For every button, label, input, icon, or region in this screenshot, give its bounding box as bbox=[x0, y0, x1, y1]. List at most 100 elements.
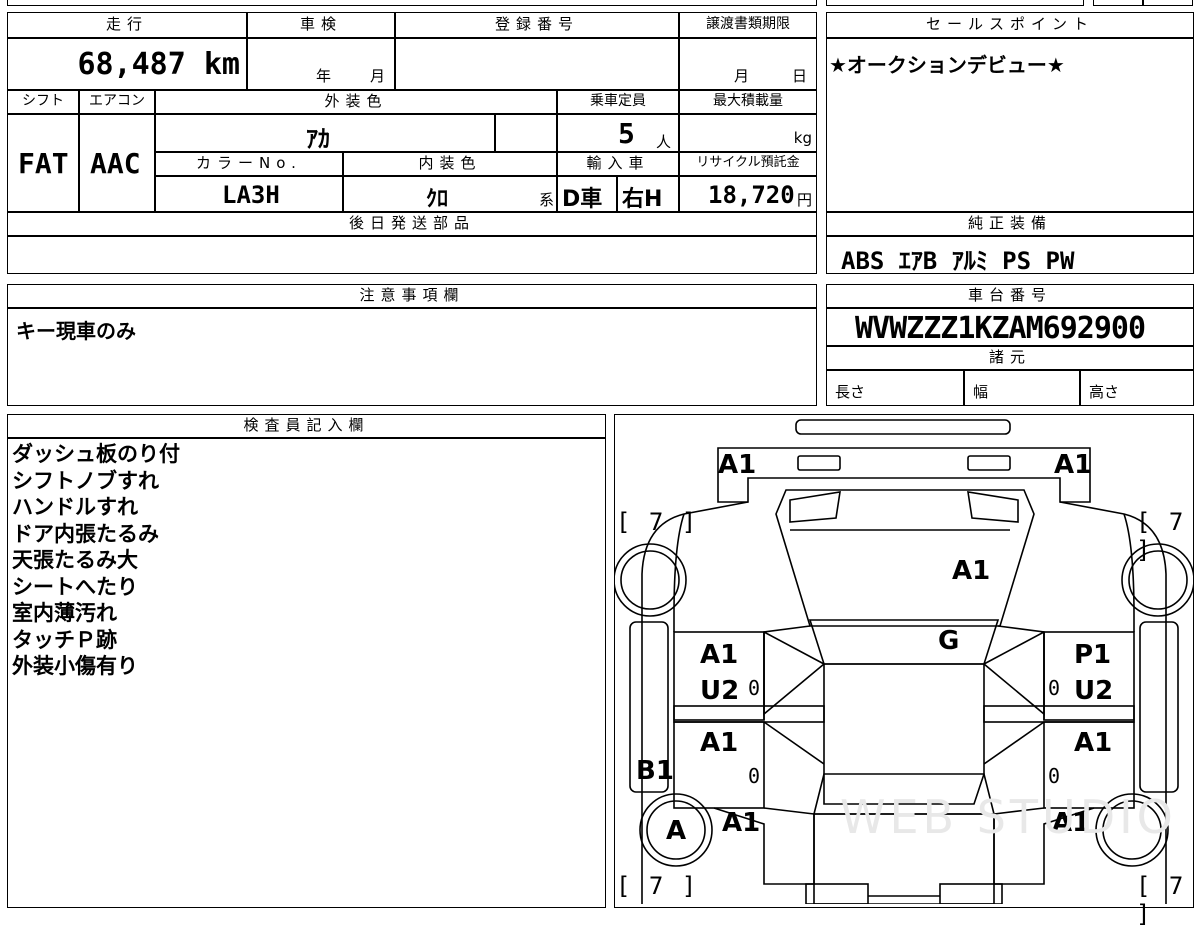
top-right-sliver-3 bbox=[1143, 0, 1193, 6]
transfer-header: 譲渡書類期限 bbox=[679, 12, 817, 38]
inspector-line: タッチＰ跡 bbox=[12, 627, 117, 652]
inspector-line: 外装小傷有り bbox=[12, 654, 138, 678]
top-table: 走行 車検 登録番号 譲渡書類期限 68,487 km 年 月 月 日 シフト … bbox=[7, 0, 817, 276]
inspector-lines: ダッシュ板のり付 シフトノブすれ ハンドルすれ ドア内張たるみ 天張たるみ大 シ… bbox=[12, 441, 180, 680]
label-rl-fender: A1 bbox=[722, 808, 761, 838]
inspector-line: ダッシュ板のり付 bbox=[12, 442, 180, 466]
later-parts-header: 後日発送部品 bbox=[7, 212, 817, 236]
registration-cell bbox=[395, 38, 679, 90]
import-cell-2: 右H bbox=[617, 176, 679, 212]
height-cell: 高さ bbox=[1080, 370, 1194, 406]
load-cell: kg bbox=[679, 114, 817, 152]
ac-value: AAC bbox=[90, 147, 141, 180]
shift-cell: FAT bbox=[7, 114, 79, 212]
label-fl-door: A1 bbox=[700, 640, 739, 670]
sales-point-text: ★オークションデビュー★ bbox=[829, 53, 1065, 77]
notes-header: 注意事項欄 bbox=[7, 284, 817, 308]
label-rl-door: A1 bbox=[700, 728, 739, 758]
transfer-day: 日 bbox=[792, 67, 808, 85]
capacity-header: 乗車定員 bbox=[557, 90, 679, 114]
recycle-value: 18,720 bbox=[708, 181, 795, 209]
tire-tread-br: [ 7 ] bbox=[1136, 872, 1186, 928]
equipment-header: 純正装備 bbox=[826, 212, 1194, 236]
exterior-cell: ｱｶ bbox=[155, 114, 495, 153]
shift-value: FAT bbox=[18, 147, 69, 180]
chassis-cell: WVWZZZ1KZAM692900 bbox=[826, 308, 1194, 346]
notes-text: キー現車のみ bbox=[16, 319, 136, 343]
label-front-right: A1 bbox=[1054, 450, 1093, 480]
registration-header: 登録番号 bbox=[395, 12, 679, 38]
capacity-cell: 5 人 bbox=[557, 114, 679, 152]
inspector-line: 天張たるみ大 bbox=[12, 548, 138, 572]
ac-cell: AAC bbox=[79, 114, 155, 212]
tire-tread-bl: [ 7 ] bbox=[616, 872, 699, 900]
label-fr-door-2: U2 bbox=[1074, 676, 1114, 706]
inspector-header: 検査員記入欄 bbox=[7, 414, 606, 438]
chassis-header: 車台番号 bbox=[826, 284, 1194, 308]
recycle-header: リサイクル預託金 bbox=[679, 152, 817, 176]
import-header: 輸入車 bbox=[557, 152, 679, 176]
exterior-value: ｱｶ bbox=[306, 125, 330, 153]
label-front-left: A1 bbox=[718, 450, 757, 480]
exterior-header: 外装色 bbox=[155, 90, 557, 114]
height-label: 高さ bbox=[1089, 383, 1120, 401]
length-label: 長さ bbox=[835, 383, 866, 401]
transfer-cell: 月 日 bbox=[679, 38, 817, 90]
color-no-header: カラーNo. bbox=[155, 152, 343, 176]
inspection-month: 月 bbox=[370, 67, 386, 85]
dims-header: 諸元 bbox=[826, 346, 1194, 370]
color-no-cell: LA3H bbox=[155, 176, 343, 212]
zero-marker-1: 0 bbox=[748, 676, 761, 700]
top-right-sliver-2 bbox=[1093, 0, 1143, 6]
inspector-line: シフトノブすれ bbox=[12, 468, 159, 493]
label-rr-door: A1 bbox=[1074, 728, 1113, 758]
width-cell: 幅 bbox=[964, 370, 1080, 406]
inspection-year: 年 bbox=[316, 67, 332, 85]
label-windshield: G bbox=[938, 626, 960, 656]
inspector-line: シートへたり bbox=[12, 574, 138, 599]
equipment-text: ABS ｴｱB ｱﾙﾐ PS PW bbox=[841, 247, 1075, 275]
label-bonnet: A1 bbox=[952, 556, 991, 586]
label-left-sill: B1 bbox=[636, 756, 674, 786]
import-value-1: D車 bbox=[562, 187, 603, 212]
inspector-line: 室内薄汚れ bbox=[12, 601, 117, 625]
import-value-2: 右H bbox=[622, 187, 663, 212]
zero-marker-3: 0 bbox=[748, 764, 761, 788]
sales-point-cell: ★オークションデビュー★ bbox=[826, 38, 1194, 212]
label-rl-wheel: A bbox=[666, 816, 687, 846]
width-label: 幅 bbox=[973, 383, 989, 401]
interior-header: 内装色 bbox=[343, 152, 557, 176]
equipment-cell: ABS ｴｱB ｱﾙﾐ PS PW bbox=[826, 236, 1194, 275]
top-sliver bbox=[7, 0, 817, 6]
load-header: 最大積載量 bbox=[679, 90, 817, 114]
chassis-value: WVWZZZ1KZAM692900 bbox=[855, 311, 1146, 346]
transfer-month: 月 bbox=[734, 67, 750, 85]
color-no-value: LA3H bbox=[222, 181, 280, 209]
load-unit: kg bbox=[793, 129, 812, 147]
recycle-cell: 18,720 円 bbox=[679, 176, 817, 212]
notes-cell: キー現車のみ bbox=[7, 308, 817, 406]
mileage-cell: 68,487 km bbox=[7, 38, 247, 90]
inspector-line: ハンドルすれ bbox=[12, 495, 138, 519]
tire-tread-tl: [ 7 ] bbox=[616, 508, 699, 536]
import-cell-1: D車 bbox=[557, 176, 617, 212]
inspector-cell: ダッシュ板のり付 シフトノブすれ ハンドルすれ ドア内張たるみ 天張たるみ大 シ… bbox=[7, 438, 606, 908]
label-fl-door-2: U2 bbox=[700, 676, 740, 706]
tire-tread-tr: [ 7 ] bbox=[1136, 508, 1186, 564]
capacity-value: 5 bbox=[618, 117, 635, 150]
ac-header: エアコン bbox=[79, 90, 155, 114]
interior-suffix: 系 bbox=[538, 191, 554, 209]
top-right-sliver bbox=[826, 0, 1084, 6]
shift-header: シフト bbox=[7, 90, 79, 114]
recycle-unit: 円 bbox=[796, 191, 812, 209]
inspection-header: 車検 bbox=[247, 12, 395, 38]
mileage-header: 走行 bbox=[7, 12, 247, 38]
interior-value: ｸﾛ bbox=[426, 187, 449, 212]
inspection-cell: 年 月 bbox=[247, 38, 395, 90]
watermark: WEB STUDIO bbox=[840, 790, 1177, 844]
length-cell: 長さ bbox=[826, 370, 964, 406]
zero-marker-2: 0 bbox=[1048, 676, 1061, 700]
interior-cell: ｸﾛ 系 bbox=[343, 176, 557, 212]
mileage-value: 68,487 km bbox=[77, 47, 240, 82]
sales-point-header: セールスポイント bbox=[826, 12, 1194, 38]
